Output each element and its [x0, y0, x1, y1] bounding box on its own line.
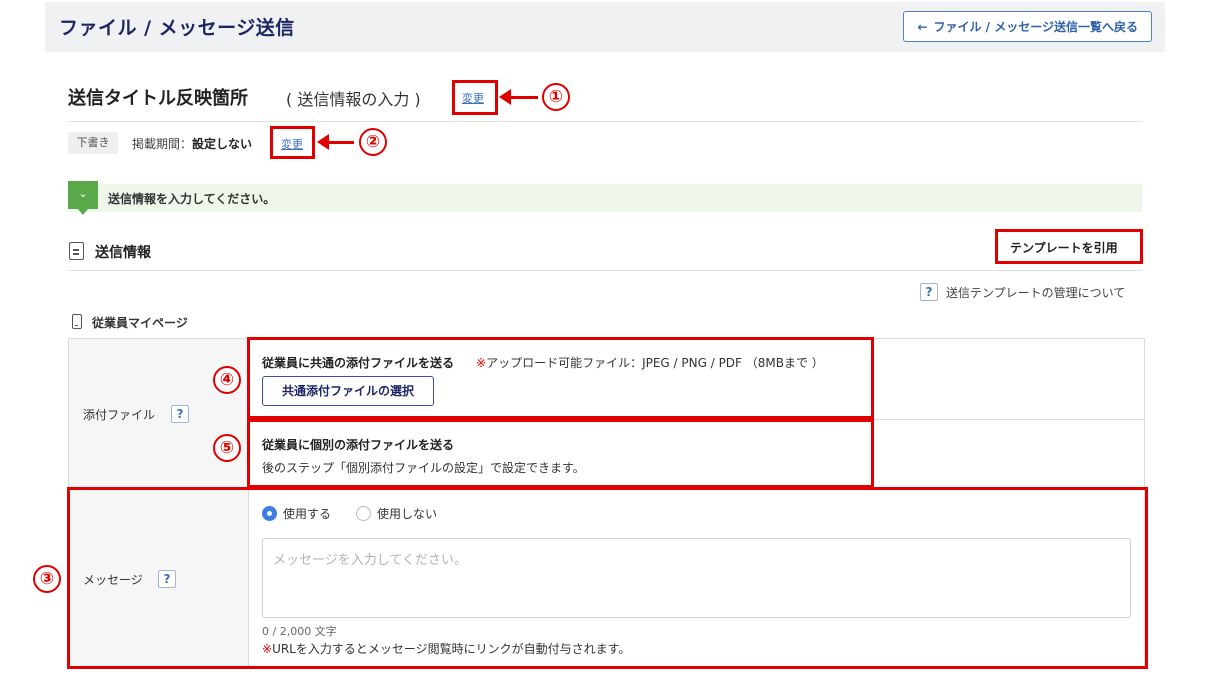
info-notice: ⌄ 送信情報を入力してください。	[68, 181, 1142, 215]
callout-arrow-1	[508, 96, 538, 99]
callout-number-1: ①	[542, 83, 570, 111]
smartphone-icon	[72, 314, 82, 329]
template-help-label: 送信テンプレートの管理について	[946, 285, 1126, 300]
callout-arrow-2	[326, 141, 354, 144]
help-icon[interactable]: ?	[171, 405, 189, 423]
callout-number-2: ②	[359, 128, 387, 156]
template-help-link[interactable]: ? 送信テンプレートの管理について	[920, 283, 1125, 301]
page-title: ファイル / メッセージ送信	[59, 17, 295, 39]
posting-period-label: 掲載期間：	[132, 137, 193, 151]
back-to-list-button[interactable]: ← ファイル / メッセージ送信一覧へ戻る	[903, 11, 1152, 42]
section-title: 送信情報	[95, 245, 151, 261]
notice-text: 送信情報を入力してください。	[108, 192, 276, 206]
callout-box-1	[452, 80, 498, 115]
posting-period-value: 設定しない	[192, 137, 253, 151]
callout-number-3: ③	[33, 565, 61, 593]
posting-period: 掲載期間：設定しない	[132, 135, 252, 152]
callout-arrowhead-2	[317, 134, 329, 150]
arrow-left-icon: ←	[917, 19, 928, 34]
attachment-row-label: 添付ファイル ?	[69, 339, 249, 487]
divider	[68, 270, 1142, 271]
attachment-label: 添付ファイル	[83, 408, 156, 422]
send-subtitle: ( 送信情報の入力 )	[286, 90, 421, 109]
callout-box-5	[247, 419, 874, 488]
chevron-down-icon: ⌄	[68, 181, 98, 215]
callout-box-4	[247, 337, 874, 419]
callout-arrowhead-1	[499, 89, 511, 105]
subsection-title: 従業員マイページ	[92, 316, 188, 330]
document-icon	[69, 242, 84, 260]
draft-status-badge: 下書き	[68, 132, 118, 154]
callout-box-2	[270, 126, 315, 159]
divider	[68, 121, 1142, 122]
send-title: 送信タイトル反映箇所	[68, 88, 248, 109]
callout-box-3	[67, 487, 1148, 669]
help-icon: ?	[920, 283, 938, 301]
callout-number-4: ④	[213, 366, 241, 394]
page-header: ファイル / メッセージ送信 ← ファイル / メッセージ送信一覧へ戻る	[45, 2, 1165, 52]
callout-box-template	[995, 229, 1143, 264]
callout-number-5: ⑤	[213, 434, 241, 462]
back-to-list-label: ファイル / メッセージ送信一覧へ戻る	[933, 20, 1139, 34]
